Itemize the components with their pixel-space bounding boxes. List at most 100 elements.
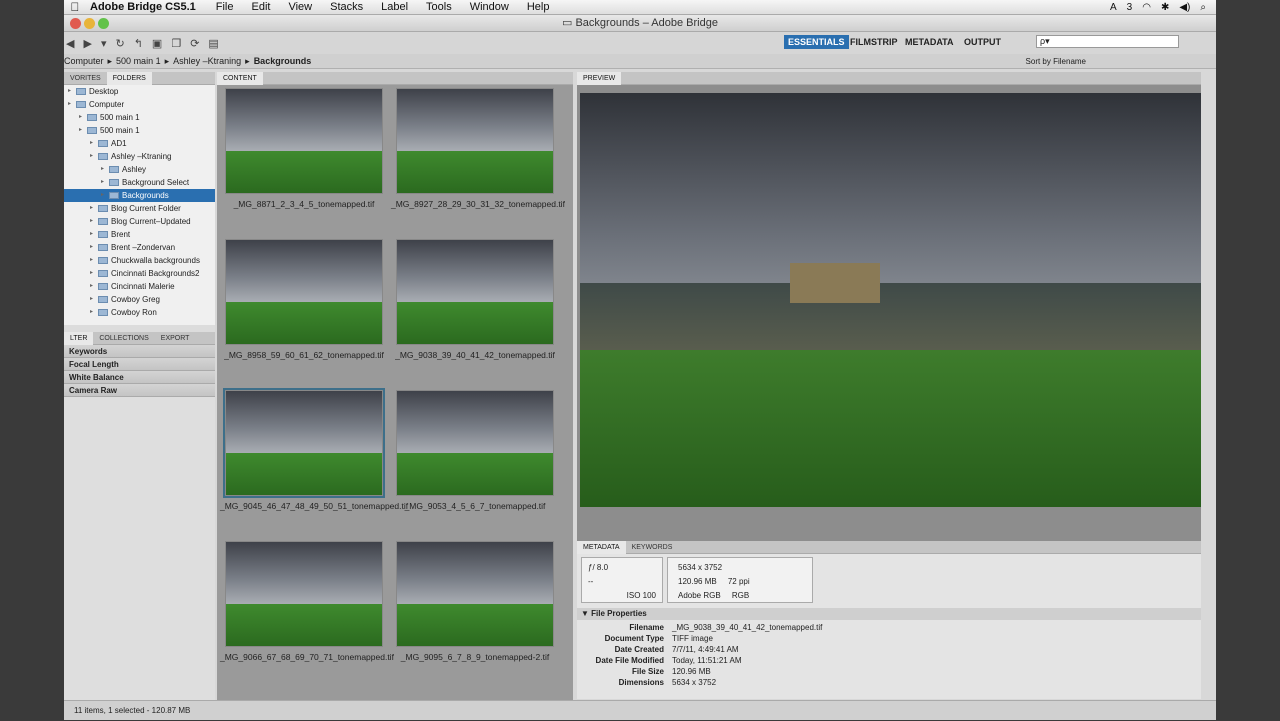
recent-icon[interactable]: ↻ [115, 37, 124, 50]
thumbnail-image[interactable] [396, 239, 554, 345]
adobe-icon[interactable]: A [1110, 2, 1117, 13]
menu-file[interactable]: File [216, 1, 234, 13]
folder-item[interactable]: ▸ Brent [64, 228, 215, 241]
disclosure-icon[interactable]: ▸ [90, 137, 98, 150]
tab-keywords[interactable]: KEYWORDS [626, 541, 679, 554]
thumbnail-caption[interactable]: _MG_9066_67_68_69_70_71_tonemapped.tif [220, 651, 394, 664]
camera-icon[interactable]: ▣ [152, 37, 162, 50]
folder-item[interactable]: ▸ Cowboy Greg [64, 293, 215, 306]
open-recent-icon[interactable]: ▤ [208, 37, 218, 50]
filter-camera-raw[interactable]: Camera Raw [64, 384, 215, 397]
disclosure-icon[interactable]: ▸ [79, 124, 87, 137]
tab-favorites[interactable]: VORITES [64, 72, 107, 85]
menu-window[interactable]: Window [470, 1, 509, 13]
menu-edit[interactable]: Edit [251, 1, 270, 13]
volume-icon[interactable]: ◀) [1179, 2, 1190, 13]
folder-item[interactable]: ▸ 500 main 1 [64, 111, 215, 124]
menu-view[interactable]: View [288, 1, 312, 13]
thumbnail-caption[interactable]: _MG_9095_6_7_8_9_tonemapped-2.tif [391, 651, 559, 664]
tab-export[interactable]: EXPORT [155, 332, 196, 345]
rotate-icon[interactable]: ⟳ [190, 37, 199, 50]
folder-item[interactable]: ▸ Background Select [64, 176, 215, 189]
folder-item[interactable]: ▸ Backgrounds [64, 189, 215, 202]
disclosure-icon[interactable]: ▸ [90, 254, 98, 267]
disclosure-icon[interactable]: ▸ [90, 306, 98, 319]
folder-item[interactable]: ▸ Cincinnati Backgrounds2 [64, 267, 215, 280]
menu-label[interactable]: Label [381, 1, 408, 13]
dropdown-icon[interactable]: ▾ [101, 37, 107, 50]
zoom-button[interactable] [98, 18, 109, 29]
refine-icon[interactable]: ❐ [171, 37, 181, 50]
disclosure-icon[interactable]: ▸ [79, 111, 87, 124]
workspace-output[interactable]: OUTPUT [960, 35, 1005, 49]
tab-metadata[interactable]: METADATA [577, 540, 626, 554]
path-drive[interactable]: 500 main 1 [116, 54, 161, 68]
folder-item[interactable]: ▸ Ashley –Ktraning [64, 150, 215, 163]
close-button[interactable] [70, 18, 81, 29]
thumbnail-caption[interactable]: _MG_8958_59_60_61_62_tonemapped.tif [220, 349, 388, 362]
return-icon[interactable]: ↰ [134, 37, 143, 50]
workspace-filmstrip[interactable]: FILMSTRIP [846, 35, 902, 49]
folder-item[interactable]: ▸ Desktop [64, 85, 215, 98]
wifi-icon[interactable]: ◠ [1142, 2, 1151, 13]
path-backgrounds[interactable]: Backgrounds [254, 54, 312, 68]
thumbnail-image[interactable] [396, 541, 554, 647]
search-input[interactable]: ρ▾ [1036, 35, 1179, 48]
thumbnail-caption[interactable]: _MG_9053_4_5_6_7_tonemapped.tif [391, 500, 559, 513]
menu-tools[interactable]: Tools [426, 1, 452, 13]
folder-item[interactable]: ▸ Computer [64, 98, 215, 111]
tab-collections[interactable]: COLLECTIONS [93, 332, 154, 345]
thumbnail-caption[interactable]: _MG_8927_28_29_30_31_32_tonemapped.tif [391, 198, 565, 211]
thumbnail-caption[interactable]: _MG_8871_2_3_4_5_tonemapped.tif [220, 198, 388, 211]
thumbnail-image[interactable] [225, 88, 383, 194]
tab-filter[interactable]: LTER [64, 331, 94, 345]
forward-icon[interactable]: ▶ [83, 37, 91, 50]
thumbnail-image[interactable] [225, 239, 383, 345]
filter-white-balance[interactable]: White Balance [64, 371, 215, 384]
thumbnail-image[interactable] [396, 88, 554, 194]
thumbnail-caption[interactable]: _MG_9045_46_47_48_49_50_51_tonemapped.ti… [220, 500, 408, 513]
app-menu[interactable]: Adobe Bridge CS5.1 [90, 1, 196, 13]
tab-folders[interactable]: FOLDERS [106, 71, 152, 85]
folder-item[interactable]: ▸ AD1 [64, 137, 215, 150]
filter-keywords[interactable]: Keywords [64, 345, 215, 358]
file-properties-header[interactable]: ▼ File Properties [577, 608, 1201, 620]
thumbnail-image[interactable] [225, 541, 383, 647]
thumbnail-image[interactable] [396, 390, 554, 496]
folder-item[interactable]: ▸ Ashley [64, 163, 215, 176]
folder-item[interactable]: ▸ Blog Current–Updated [64, 215, 215, 228]
folder-item[interactable]: ▸ Brent –Zondervan [64, 241, 215, 254]
bluetooth-icon[interactable]: ✱ [1161, 2, 1169, 13]
disclosure-icon[interactable]: ▸ [90, 241, 98, 254]
disclosure-icon[interactable]: ▸ [68, 98, 76, 111]
folder-item[interactable]: ▸ Cincinnati Malerie [64, 280, 215, 293]
preview-image[interactable] [580, 93, 1201, 507]
filter-focal-length[interactable]: Focal Length [64, 358, 215, 371]
workspace-metadata[interactable]: METADATA [901, 35, 958, 49]
sort-dropdown[interactable]: Sort by Filename [1026, 54, 1086, 68]
folder-item[interactable]: ▸ Cowboy Ron [64, 306, 215, 319]
menu-help[interactable]: Help [527, 1, 550, 13]
disclosure-icon[interactable]: ▸ [101, 163, 109, 176]
disclosure-icon[interactable]: ▸ [90, 280, 98, 293]
disclosure-icon[interactable]: ▸ [90, 293, 98, 306]
tab-content[interactable]: CONTENT [217, 71, 263, 85]
disclosure-icon[interactable]: ▸ [90, 215, 98, 228]
folder-item[interactable]: ▸ Chuckwalla backgrounds [64, 254, 215, 267]
workspace-essentials[interactable]: ESSENTIALS [784, 35, 849, 49]
thumbnail-image[interactable] [223, 388, 385, 498]
disclosure-icon[interactable]: ▸ [101, 189, 109, 202]
minimize-button[interactable] [84, 18, 95, 29]
folder-item[interactable]: ▸ Blog Current Folder [64, 202, 215, 215]
spotlight-icon[interactable]: ⌕ [1200, 2, 1206, 13]
thumbnail-caption[interactable]: _MG_9038_39_40_41_42_tonemapped.tif [391, 349, 559, 362]
path-ashley[interactable]: Ashley –Ktraning [173, 54, 241, 68]
disclosure-icon[interactable]: ▸ [90, 228, 98, 241]
disclosure-icon[interactable]: ▸ [68, 85, 76, 98]
disclosure-icon[interactable]: ▸ [90, 150, 98, 163]
apple-icon[interactable]:  [64, 0, 86, 14]
menu-stacks[interactable]: Stacks [330, 1, 363, 13]
disclosure-icon[interactable]: ▸ [90, 267, 98, 280]
path-computer[interactable]: Computer [64, 54, 104, 68]
back-icon[interactable]: ◀ [66, 37, 74, 50]
